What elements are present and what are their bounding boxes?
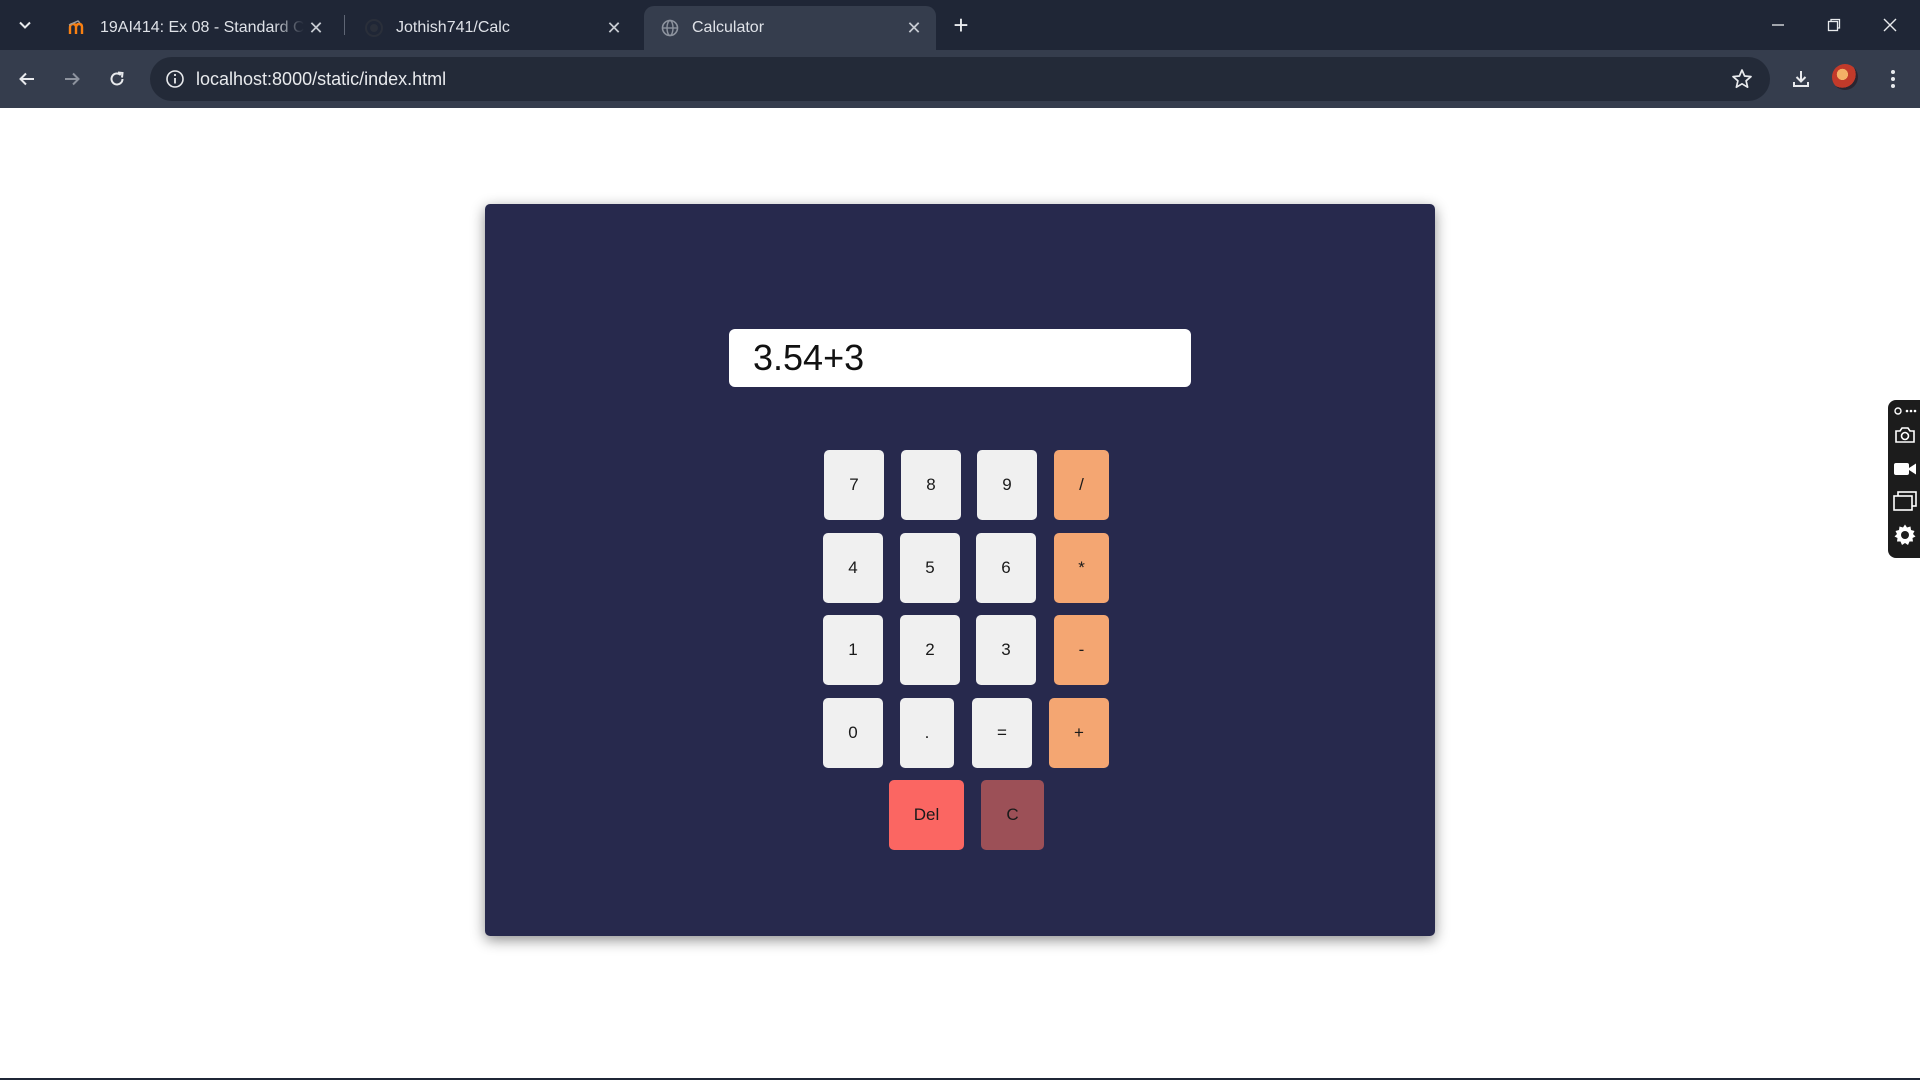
download-icon (1793, 71, 1809, 87)
close-window-button[interactable] (1862, 0, 1918, 50)
screen-capture-panel (1888, 400, 1920, 558)
forward-arrow-icon (65, 72, 80, 86)
chevron-down-icon (19, 21, 31, 29)
back-button[interactable] (10, 62, 44, 96)
moodle-icon (68, 18, 88, 38)
key-7[interactable]: 7 (824, 450, 884, 520)
tab-github[interactable]: Jothish741/Calc ✕ (348, 6, 636, 50)
tab-calculator[interactable]: Calculator ✕ (644, 6, 936, 50)
kebab-menu-icon (1891, 70, 1895, 88)
page-viewport: 7 8 9 / 4 5 6 * 1 2 3 - 0 . = + Del C (0, 108, 1920, 1078)
clear-button[interactable]: C (981, 780, 1044, 850)
downloads-button[interactable] (1784, 62, 1818, 96)
tab-title: 19AI414: Ex 08 - Standard Calcu (100, 19, 304, 36)
address-bar[interactable]: localhost:8000/static/index.html (150, 57, 1770, 101)
menu-button[interactable] (1876, 62, 1910, 96)
key-6[interactable]: 6 (976, 533, 1036, 603)
close-icon[interactable]: ✕ (902, 16, 926, 40)
key-subtract[interactable]: - (1054, 615, 1109, 685)
tab-title: Calculator (692, 19, 765, 36)
key-4[interactable]: 4 (823, 533, 883, 603)
calculator: 7 8 9 / 4 5 6 * 1 2 3 - 0 . = + Del C (485, 204, 1435, 936)
site-info-icon[interactable] (160, 64, 190, 94)
tab-title: Jothish741/Calc (396, 19, 510, 36)
minimize-button[interactable] (1750, 0, 1806, 50)
key-8[interactable]: 8 (901, 450, 961, 520)
window-capture-icon[interactable] (1892, 488, 1918, 514)
url-text[interactable]: localhost:8000/static/index.html (196, 57, 446, 101)
key-2[interactable]: 2 (900, 615, 960, 685)
key-0[interactable]: 0 (823, 698, 883, 768)
new-tab-button[interactable]: + (944, 10, 978, 40)
key-9[interactable]: 9 (977, 450, 1037, 520)
close-icon[interactable]: ✕ (602, 16, 626, 40)
key-1[interactable]: 1 (823, 615, 883, 685)
key-divide[interactable]: / (1054, 450, 1109, 520)
tab-strip: 19AI414: Ex 08 - Standard Calcu ✕ Jothis… (0, 0, 1920, 50)
key-3[interactable]: 3 (976, 615, 1036, 685)
key-5[interactable]: 5 (900, 533, 960, 603)
restore-button[interactable] (1806, 0, 1862, 50)
minimize-icon (1772, 24, 1784, 26)
panel-more-icon[interactable] (1892, 402, 1918, 420)
restore-icon (1827, 18, 1841, 32)
key-equals[interactable]: = (972, 698, 1032, 768)
reload-icon (110, 71, 124, 86)
github-icon (364, 18, 384, 38)
close-window-icon (1883, 18, 1897, 32)
reload-button[interactable] (100, 62, 134, 96)
video-camera-icon[interactable] (1892, 456, 1918, 482)
globe-icon (660, 18, 680, 38)
tab-search-button[interactable] (10, 10, 40, 40)
profile-avatar[interactable] (1832, 64, 1858, 90)
key-decimal[interactable]: . (900, 698, 954, 768)
back-arrow-icon (19, 72, 34, 86)
calculator-display[interactable] (729, 329, 1191, 387)
delete-button[interactable]: Del (889, 780, 964, 850)
tab-separator (344, 15, 345, 35)
gear-icon[interactable] (1892, 522, 1918, 548)
key-add[interactable]: + (1049, 698, 1109, 768)
browser-toolbar: localhost:8000/static/index.html (0, 50, 1920, 108)
forward-button[interactable] (55, 62, 89, 96)
camera-icon[interactable] (1892, 422, 1918, 448)
key-multiply[interactable]: * (1054, 533, 1109, 603)
tab-moodle[interactable]: 19AI414: Ex 08 - Standard Calcu ✕ (52, 6, 338, 50)
close-icon[interactable]: ✕ (304, 16, 328, 40)
bookmark-star-icon[interactable] (1728, 65, 1756, 93)
